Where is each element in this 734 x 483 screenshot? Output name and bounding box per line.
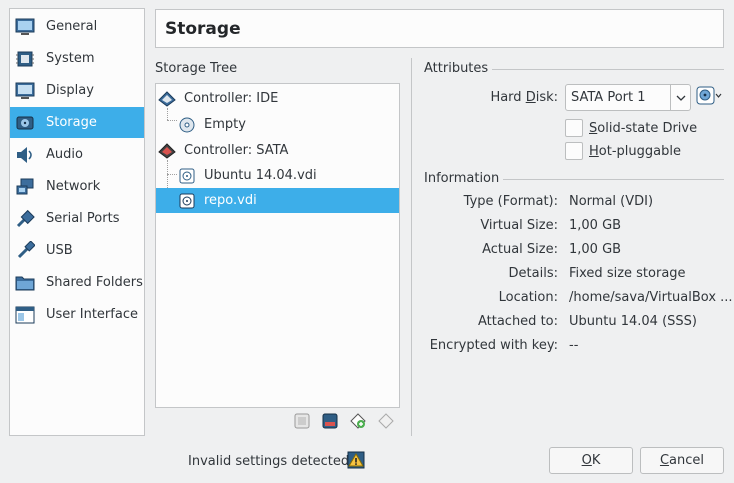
add-attachment-button[interactable] [348, 413, 368, 433]
tree-item-repo-vdi[interactable]: repo.vdi [156, 188, 399, 213]
sidebar-item-storage[interactable]: Storage [10, 107, 144, 138]
info-value: -- [569, 338, 579, 353]
attributes-title: Attributes [424, 61, 489, 76]
hard-disk-icon [178, 167, 196, 185]
warning-icon [347, 451, 365, 473]
info-label: Type (Format): [463, 194, 558, 209]
hard-disk-select-value: SATA Port 1 [571, 90, 646, 105]
remove-attachment-icon [377, 412, 395, 434]
hard-disk-label: Hard Disk: [490, 90, 558, 105]
add-controller-button[interactable] [292, 413, 312, 433]
information-title: Information [424, 171, 500, 186]
storage-tree[interactable]: Controller: IDE Empty Controller: SATA U… [155, 83, 400, 408]
info-label: Virtual Size: [480, 218, 558, 233]
cancel-button[interactable]: Cancel [640, 447, 724, 474]
tree-item-label: Controller: IDE [184, 91, 279, 106]
sidebar-item-label: Serial Ports [46, 211, 120, 226]
info-value: 1,00 GB [569, 218, 622, 233]
storage-tree-label: Storage Tree [155, 61, 238, 76]
hard-disk-select[interactable]: SATA Port 1 [565, 84, 691, 111]
attributes-divider [492, 69, 724, 70]
info-label: Attached to: [477, 314, 558, 329]
sidebar-item-label: User Interface [46, 307, 138, 322]
hard-disk-icon [178, 192, 196, 210]
usb-icon [15, 240, 35, 261]
remove-attachment-button[interactable] [376, 413, 396, 433]
solid-state-checkbox[interactable] [565, 119, 583, 137]
system-icon [15, 49, 35, 69]
sidebar-item-usb[interactable]: USB [10, 235, 144, 266]
sata-controller-icon [158, 142, 176, 160]
tree-item-label: repo.vdi [204, 193, 257, 208]
sidebar-item-general[interactable]: General [10, 11, 144, 42]
hot-pluggable-label: Hot-pluggable [589, 144, 681, 159]
sidebar-item-serial-ports[interactable]: Serial Ports [10, 203, 144, 234]
serial-ports-icon [15, 209, 35, 229]
add-attachment-icon [349, 412, 367, 434]
page-header: Storage [155, 9, 724, 48]
ide-controller-icon [158, 90, 176, 108]
info-label: Actual Size: [482, 242, 558, 257]
sidebar-item-label: Display [46, 83, 94, 98]
tree-item-label: Empty [204, 117, 246, 132]
sidebar-item-label: General [46, 19, 98, 34]
warning-button[interactable] [347, 451, 365, 469]
page-title: Storage [165, 19, 241, 39]
user-interface-icon [15, 305, 35, 325]
sidebar-item-user-interface[interactable]: User Interface [10, 299, 144, 330]
info-label: Details: [508, 266, 558, 281]
network-icon [15, 177, 35, 197]
tree-item-controller-ide[interactable]: Controller: IDE [156, 86, 399, 111]
sidebar-item-system[interactable]: System [10, 43, 144, 74]
settings-sidebar: General System Display Storage Audio Net… [9, 8, 145, 436]
panel-separator [411, 58, 412, 436]
tree-item-label: Controller: SATA [184, 143, 289, 158]
ok-button[interactable]: OK [549, 447, 633, 474]
sidebar-item-label: Audio [46, 147, 83, 162]
display-icon [15, 81, 35, 101]
audio-icon [15, 145, 35, 165]
remove-controller-button[interactable] [320, 413, 340, 433]
sidebar-item-audio[interactable]: Audio [10, 139, 144, 170]
sidebar-item-display[interactable]: Display [10, 75, 144, 106]
info-value: /home/sava/VirtualBox ... [569, 290, 733, 305]
sidebar-item-shared-folders[interactable]: Shared Folders [10, 267, 144, 298]
info-label: Encrypted with key: [429, 338, 558, 353]
optical-disc-icon [178, 116, 196, 134]
sidebar-item-label: Storage [46, 115, 97, 130]
info-value: Ubuntu 14.04 (SSS) [569, 314, 697, 329]
add-controller-icon [293, 412, 311, 434]
tree-item-empty-optical[interactable]: Empty [156, 112, 399, 137]
info-value: 1,00 GB [569, 242, 622, 257]
information-divider [503, 179, 724, 180]
tree-item-ubuntu-vdi[interactable]: Ubuntu 14.04.vdi [156, 163, 399, 188]
tree-item-label: Ubuntu 14.04.vdi [204, 168, 317, 183]
info-value: Normal (VDI) [569, 194, 654, 209]
remove-controller-icon [321, 412, 339, 434]
cancel-button-label: Cancel [659, 453, 705, 468]
sidebar-item-label: Shared Folders [46, 275, 143, 290]
info-label: Location: [498, 290, 558, 305]
status-message: Invalid settings detected [188, 454, 350, 469]
storage-icon [15, 113, 35, 133]
general-icon [15, 17, 35, 37]
tree-item-controller-sata[interactable]: Controller: SATA [156, 138, 399, 163]
solid-state-label: Solid-state Drive [589, 121, 698, 136]
sidebar-item-network[interactable]: Network [10, 171, 144, 202]
chevron-down-icon [670, 85, 690, 110]
hard-disk-menu-icon [696, 85, 722, 111]
choose-disk-button[interactable] [696, 86, 722, 110]
sidebar-item-label: USB [46, 243, 73, 258]
ok-button-label: OK [581, 453, 601, 468]
info-value: Fixed size storage [569, 266, 686, 281]
sidebar-item-label: System [46, 51, 95, 66]
hot-pluggable-checkbox[interactable] [565, 142, 583, 160]
sidebar-item-label: Network [46, 179, 101, 194]
shared-folders-icon [15, 273, 35, 293]
